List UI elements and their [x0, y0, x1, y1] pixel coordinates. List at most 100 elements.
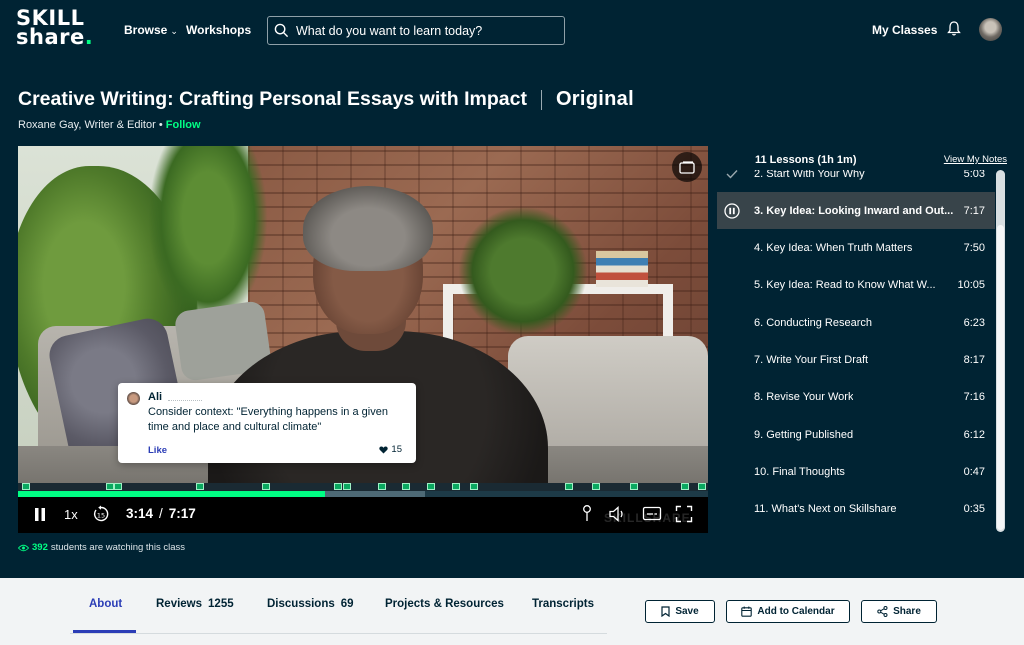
rewind-15-icon[interactable]: 15 [92, 505, 110, 526]
lesson-item[interactable]: 4. Key Idea: When Truth Matters 7:50 [717, 230, 995, 267]
lesson-duration: 5:03 [963, 170, 985, 180]
student-note-card[interactable]: Ali Consider context: "Everything happen… [118, 383, 416, 463]
player-controls: 1x 15 3:14/7:17 SKILLSHARE [18, 497, 708, 533]
note-marker[interactable] [196, 483, 204, 490]
note-like-button[interactable]: Like [148, 445, 167, 456]
top-nav: SKILL share. Browse⌄ Workshops My Classe… [0, 0, 1024, 62]
bookmark-icon [661, 606, 670, 617]
note-marker[interactable] [262, 483, 270, 490]
add-to-calendar-button[interactable]: Add to Calendar [726, 600, 850, 623]
lesson-duration: 7:17 [963, 204, 985, 217]
lesson-item[interactable]: 7. Write Your First Draft 8:17 [717, 342, 995, 379]
lesson-duration: 6:23 [963, 316, 985, 329]
lesson-duration: 10:05 [957, 279, 985, 292]
note-marker[interactable] [334, 483, 342, 490]
skillshare-logo[interactable]: SKILL share. [16, 8, 96, 49]
lesson-title: 4. Key Idea: When Truth Matters [754, 242, 913, 255]
search-input[interactable] [296, 23, 546, 38]
note-marker[interactable] [378, 483, 386, 490]
tab-transcripts[interactable]: Transcripts [532, 598, 594, 610]
browse-label: Browse [124, 23, 168, 37]
lesson-item[interactable]: 8. Revise Your Work 7:16 [717, 379, 995, 416]
captions-icon[interactable] [642, 505, 662, 526]
lesson-title: 11. What's Next on Skillshare [754, 503, 897, 516]
tab-reviews[interactable]: Reviews 1255 [156, 598, 234, 610]
search-icon [274, 23, 289, 38]
lesson-item[interactable]: 6. Conducting Research 6:23 [717, 304, 995, 341]
note-author: Ali [148, 391, 163, 403]
watchers-text: students are watching this class [50, 542, 185, 553]
tab-label: Discussions [267, 598, 335, 610]
note-marker[interactable] [470, 483, 478, 490]
share-button[interactable]: Share [861, 600, 937, 623]
lesson-title: 8. Revise Your Work [754, 391, 854, 404]
share-icon [877, 606, 888, 617]
tab-about[interactable]: About [89, 598, 122, 610]
note-marker[interactable] [452, 483, 460, 490]
lesson-item[interactable]: 3. Key Idea: Looking Inward and Out... 7:… [717, 192, 995, 230]
note-marker[interactable] [114, 483, 122, 490]
lessons-count: 11 Lessons (1h 1m) [755, 154, 857, 166]
lesson-duration: 7:16 [963, 391, 985, 404]
teacher-name[interactable]: Roxane Gay, Writer & Editor [18, 119, 156, 131]
note-marker[interactable] [427, 483, 435, 490]
scrollbar-thumb[interactable] [997, 225, 1004, 530]
time-separator: / [159, 506, 163, 521]
class-title: Creative Writing: Crafting Personal Essa… [18, 88, 527, 110]
class-tabs: About Reviews 1255 Discussions 69 Projects & … [70, 578, 607, 634]
video-player[interactable]: Ali Consider context: "Everything happen… [18, 146, 708, 533]
lesson-title: 3. Key Idea: Looking Inward and Out... [754, 204, 954, 217]
pause-circle-icon [717, 203, 747, 219]
add-note-pin-icon[interactable] [581, 504, 593, 525]
save-button[interactable]: Save [645, 600, 715, 623]
lessons-sidebar: 11 Lessons (1h 1m) View My Notes 2. Star… [717, 146, 1007, 536]
check-icon [717, 170, 747, 179]
note-marker[interactable] [402, 483, 410, 490]
follow-button[interactable]: Follow [166, 119, 201, 131]
lesson-item[interactable]: 11. What's Next on Skillshare 0:35 [717, 491, 995, 528]
view-my-notes-link[interactable]: View My Notes [944, 154, 1007, 165]
lesson-item[interactable]: 10. Final Thoughts 0:47 [717, 453, 995, 490]
note-marker[interactable] [106, 483, 114, 490]
lesson-title: 5. Key Idea: Read to Know What W... [754, 279, 936, 292]
fullscreen-icon[interactable] [675, 505, 693, 526]
note-like-count: 15 [379, 444, 402, 455]
bell-icon[interactable] [946, 20, 962, 42]
workshops-link[interactable]: Workshops [186, 23, 251, 37]
note-marker[interactable] [698, 483, 706, 490]
lesson-item[interactable]: 5. Key Idea: Read to Know What W... 10:05 [717, 267, 995, 304]
browse-menu[interactable]: Browse ⌄ [124, 23, 178, 37]
logo-dot: . [84, 25, 94, 49]
lesson-list-scrollbar[interactable] [996, 170, 1005, 532]
tab-projects-resources[interactable]: Projects & Resources [385, 598, 504, 610]
volume-icon[interactable] [608, 505, 628, 526]
lesson-duration: 8:17 [963, 354, 985, 366]
lesson-item[interactable]: 9. Getting Published 6:12 [717, 416, 995, 453]
notes-toggle-icon[interactable] [672, 152, 702, 182]
note-marker[interactable] [22, 483, 30, 490]
lesson-item[interactable]: 2. Start With Your Why 5:03 [717, 170, 995, 192]
note-marker[interactable] [681, 483, 689, 490]
active-tab-indicator [73, 630, 136, 633]
lesson-title: 9. Getting Published [754, 428, 854, 441]
note-marker[interactable] [565, 483, 573, 490]
note-marker[interactable] [630, 483, 638, 490]
user-avatar[interactable] [979, 18, 1002, 41]
share-label: Share [893, 606, 921, 617]
search-box[interactable] [267, 16, 565, 45]
note-marker[interactable] [592, 483, 600, 490]
total-duration: 7:17 [168, 506, 196, 521]
note-text: Consider context: "Everything happens in… [148, 406, 388, 433]
note-marker[interactable] [343, 483, 351, 490]
playback-speed[interactable]: 1x [64, 507, 78, 522]
tab-count: 69 [340, 598, 354, 610]
note-markers-track[interactable] [18, 483, 708, 491]
svg-text:15: 15 [97, 511, 105, 519]
tab-discussions[interactable]: Discussions 69 [267, 598, 354, 610]
original-badge: Original [555, 88, 634, 110]
calendar-icon [741, 606, 753, 617]
my-classes-link[interactable]: My Classes [872, 23, 937, 37]
lesson-duration: 0:35 [963, 503, 985, 516]
pause-icon[interactable] [34, 508, 46, 524]
lesson-list: 2. Start With Your Why 5:03 3. Key Idea: L… [717, 170, 995, 532]
